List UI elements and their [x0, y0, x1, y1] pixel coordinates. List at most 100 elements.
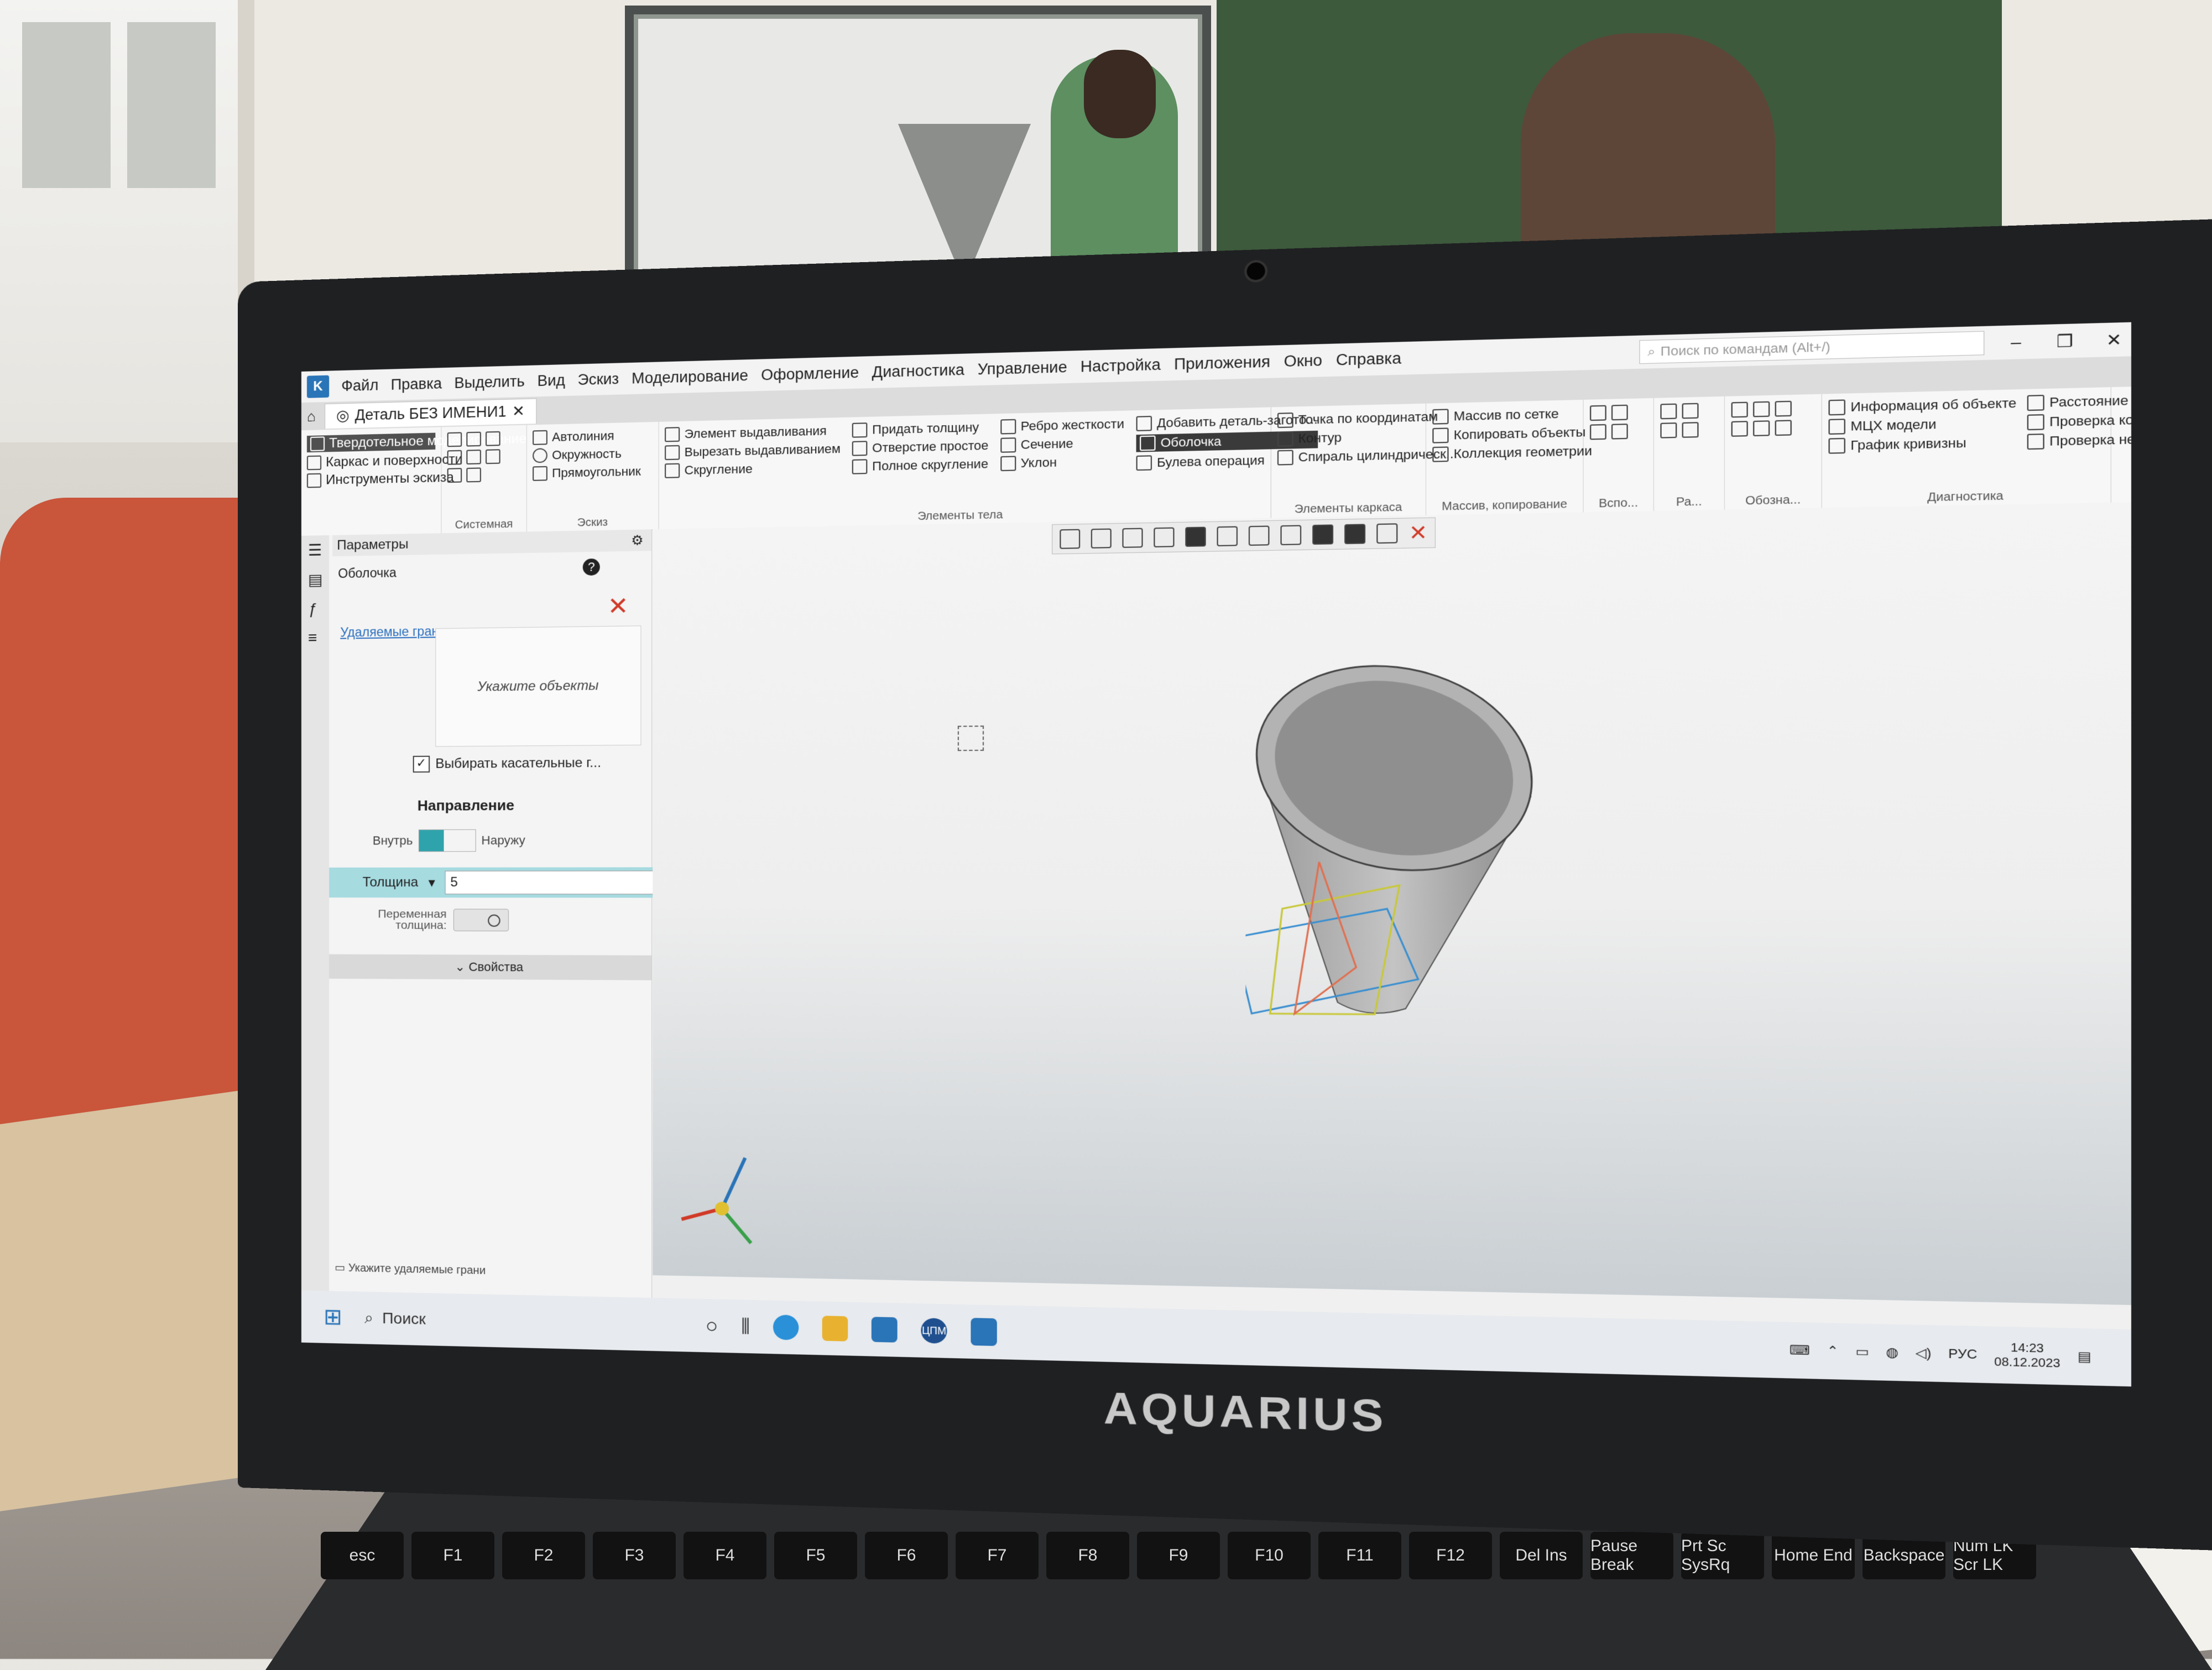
rectangle-button[interactable]: Прямоугольник — [533, 464, 653, 481]
fillet-button[interactable]: Скругление — [665, 460, 841, 478]
undo-icon[interactable] — [447, 467, 521, 483]
wireframe-view-icon[interactable] — [1217, 526, 1238, 546]
rib-button[interactable]: Ребро жесткости — [1000, 416, 1124, 435]
curvature-button[interactable]: График кривизны — [1828, 434, 2016, 454]
close-icon[interactable]: ✕ — [2096, 329, 2131, 350]
menu-manage[interactable]: Управление — [978, 358, 1067, 379]
menu-select[interactable]: Выделить — [455, 373, 525, 392]
hide-show-icon[interactable] — [1248, 525, 1270, 546]
geometry-collection-button[interactable]: Коллекция геометрии — [1432, 443, 1592, 462]
menu-help[interactable]: Справка — [1336, 349, 1401, 369]
thickness-input[interactable]: 5 — [445, 870, 656, 895]
direction-switch[interactable] — [418, 829, 476, 852]
menu-modeling[interactable]: Моделирование — [632, 367, 748, 387]
help-icon[interactable]: ? — [582, 558, 600, 576]
hole-button[interactable]: Отверстие простое — [852, 438, 989, 456]
aux-tools-icon[interactable] — [1590, 404, 1647, 421]
notifications-icon[interactable]: ▤ — [2078, 1349, 2091, 1365]
menu-file[interactable]: Файл — [341, 377, 378, 395]
menu-view[interactable]: Вид — [538, 372, 565, 390]
object-info-button[interactable]: Информация об объекте — [1828, 395, 2016, 416]
task-view-icon[interactable]: ○ — [706, 1314, 718, 1338]
cancel-x-icon[interactable]: ✕ — [607, 592, 628, 621]
chevron-up-icon[interactable]: ⌃ — [1827, 1343, 1839, 1359]
tree-icon[interactable]: ☰ — [308, 541, 322, 560]
markup-tools-icon[interactable] — [1660, 421, 1718, 439]
helix-button[interactable]: Спираль цилиндрическ... — [1277, 446, 1458, 466]
tab-document[interactable]: ◎ Деталь БЕЗ ИМЕНИ1 ✕ — [324, 398, 537, 429]
collision-button[interactable]: Проверка коллизий — [2027, 410, 2131, 431]
designation-tools-icon[interactable] — [1731, 419, 1815, 437]
contour-button[interactable]: Контур — [1277, 429, 1420, 447]
command-search-input[interactable]: ⌕ Поиск по командам (Alt+/) — [1639, 331, 1985, 364]
viewport-3d[interactable]: ✕ — [653, 502, 2131, 1305]
pencil-icon[interactable] — [1376, 523, 1398, 544]
gear-icon[interactable]: ⚙ — [631, 532, 643, 549]
draft-button[interactable]: Уклон — [1000, 453, 1124, 472]
kompas-taskbar-icon[interactable] — [971, 1318, 997, 1347]
windows-start-icon[interactable]: ⊞ — [324, 1304, 342, 1330]
maximize-icon[interactable]: ❐ — [2048, 331, 2082, 352]
shell-cone-model[interactable] — [1245, 660, 1594, 1075]
shaded-view-icon[interactable] — [1185, 526, 1206, 547]
point-coords-button[interactable]: Точка по координатам — [1277, 409, 1438, 429]
variables-icon[interactable]: ƒ — [308, 600, 322, 618]
volume-icon[interactable]: ◁) — [1916, 1345, 1932, 1361]
menu-window[interactable]: Окно — [1284, 351, 1322, 370]
display-icon[interactable] — [1280, 525, 1302, 545]
menu-apps[interactable]: Приложения — [1174, 353, 1270, 373]
grid-array-button[interactable]: Массив по сетке — [1432, 406, 1577, 425]
continuity-button[interactable]: Проверка непрерывности — [2027, 430, 2131, 450]
autoline-button[interactable]: Автолиния — [533, 427, 653, 445]
keyboard-icon[interactable]: ⌨ — [1790, 1343, 1810, 1359]
markup-tools-icon[interactable] — [1660, 403, 1718, 420]
filter-icon[interactable] — [1344, 524, 1366, 545]
removed-faces-link[interactable]: Удаляемые грани — [340, 624, 446, 640]
menu-sketch[interactable]: Эскиз — [578, 370, 619, 389]
menu-settings[interactable]: Настройка — [1081, 356, 1161, 375]
close-x-icon[interactable]: ✕ — [1409, 520, 1428, 545]
taskbar-search[interactable]: ⌕ Поиск — [364, 1301, 682, 1342]
properties-icon[interactable]: ▤ — [308, 570, 323, 589]
menu-edit[interactable]: Правка — [391, 375, 442, 394]
zoom-icon[interactable] — [1091, 528, 1112, 549]
menu-design[interactable]: Оформление — [761, 364, 859, 384]
properties-section[interactable]: ⌄ Свойства — [329, 954, 652, 980]
mass-props-button[interactable]: МЦХ модели — [1828, 415, 2016, 435]
extrude-button[interactable]: Элемент выдавливания — [665, 423, 841, 442]
chevron-down-icon[interactable]: ▾ — [428, 874, 435, 890]
menu-diagnostics[interactable]: Диагностика — [872, 361, 964, 381]
battery-icon[interactable]: ▭ — [1855, 1344, 1869, 1360]
designation-tools-icon[interactable] — [1731, 400, 1815, 418]
language-indicator[interactable]: РУС — [1948, 1346, 1977, 1363]
section-button[interactable]: Сечение — [1000, 435, 1124, 453]
home-icon[interactable]: ⌂ — [307, 408, 316, 425]
aux-tools-icon[interactable] — [1590, 423, 1647, 440]
tangent-faces-option[interactable]: ✓ Выбирать касательные г... — [413, 755, 601, 773]
pan-icon[interactable] — [1154, 527, 1175, 547]
cut-extrude-button[interactable]: Вырезать выдавливанием — [665, 441, 841, 461]
network-icon[interactable]: ◍ — [1886, 1344, 1898, 1360]
circle-button[interactable]: Окружность — [533, 446, 653, 463]
category-frame[interactable]: Каркас и поверхности — [306, 452, 462, 471]
new-file-icon[interactable] — [447, 431, 521, 447]
tangent-checkbox[interactable]: ✓ — [413, 755, 430, 773]
variable-thickness-toggle[interactable] — [453, 909, 509, 932]
print-icon[interactable] — [447, 448, 521, 465]
category-solid[interactable]: Твердотельное моделирование — [306, 431, 526, 453]
rotate-icon[interactable] — [1122, 528, 1143, 548]
view-orient-icon[interactable] — [1060, 529, 1081, 549]
widgets-icon[interactable]: ⫼ — [741, 1316, 749, 1337]
edge-icon[interactable] — [773, 1314, 799, 1340]
folder-icon[interactable] — [822, 1316, 848, 1342]
full-round-button[interactable]: Полное скругление — [852, 457, 988, 474]
thicken-button[interactable]: Придать толщину — [852, 420, 988, 438]
copy-objects-button[interactable]: Копировать объекты — [1432, 425, 1585, 443]
thickness-label[interactable]: Толщина — [363, 875, 419, 890]
minimize-icon[interactable]: – — [1999, 332, 2033, 353]
clock[interactable]: 14:23 08.12.2023 — [1994, 1340, 2060, 1371]
tab-close-icon[interactable]: ✕ — [512, 403, 525, 420]
category-sketch-tools[interactable]: Инструменты эскиза — [306, 470, 454, 488]
section-view-icon[interactable] — [1312, 524, 1334, 545]
faces-selection-box[interactable]: Укажите объекты — [435, 625, 641, 747]
